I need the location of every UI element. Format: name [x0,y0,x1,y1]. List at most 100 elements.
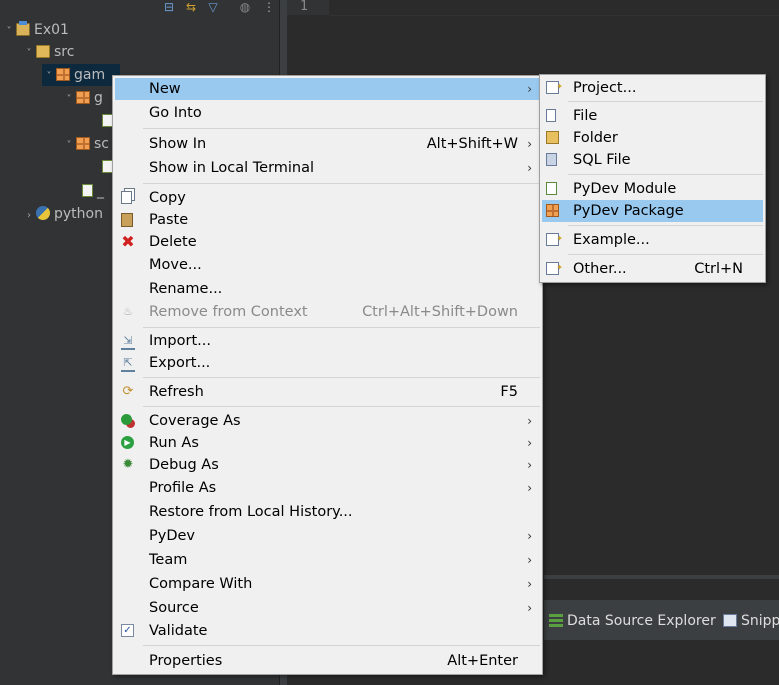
submenu-item-example[interactable]: Example... [542,228,763,251]
submenu-arrow-icon: › [527,553,532,567]
menu-item-validate[interactable]: ✓ Validate [115,620,540,642]
menu-item-properties[interactable]: Properties Alt+Enter [115,650,540,672]
expand-arrow-icon[interactable]: ˅ [62,135,76,157]
other-wizard-icon [546,257,563,279]
submenu-arrow-icon: › [527,601,532,615]
bottom-panel-divider[interactable] [544,575,779,579]
tab-data-source-explorer[interactable]: Data Source Explorer [549,611,716,631]
coverage-icon [121,414,132,425]
tree-item-project[interactable]: ˅ Ex01 [2,19,69,41]
tree-item-label: gam [74,67,106,83]
submenu-item-pydev-package[interactable]: PyDev Package [542,200,763,222]
example-wizard-icon [546,228,563,250]
expand-arrow-icon[interactable]: › [22,205,36,227]
pydev-package-icon [546,204,559,217]
menu-item-paste[interactable]: Paste [115,209,540,231]
refresh-icon: ⟳ [122,384,134,399]
package-icon [76,137,90,150]
package-icon [76,91,90,104]
tab-snippets[interactable]: Snipp [723,611,779,631]
menu-item-team[interactable]: Team › [115,549,540,571]
tree-item-label: g [94,90,103,106]
tree-item-subpackage[interactable]: ˅ sc [62,133,110,157]
editor-current-line [329,0,779,16]
validate-checkbox-icon: ✓ [121,624,134,637]
project-icon [16,21,30,36]
submenu-item-other[interactable]: Other... Ctrl+N [542,257,763,280]
menu-item-show-in-local-terminal[interactable]: Show in Local Terminal › [115,157,540,179]
filter-icon[interactable]: ▽ [206,0,220,14]
menu-item-profile-as[interactable]: Profile As › [115,477,540,499]
menu-item-restore-local-history[interactable]: Restore from Local History... [115,501,540,523]
submenu-item-folder[interactable]: Folder [542,127,763,149]
tree-item-init-file[interactable]: _ [82,180,104,202]
menu-item-copy[interactable]: Copy [115,187,540,209]
submenu-arrow-icon: › [527,458,532,472]
menu-item-source[interactable]: Source › [115,597,540,619]
data-source-icon [549,614,563,627]
submenu-arrow-icon: › [527,82,532,96]
menu-separator [143,183,540,184]
collapse-all-icon[interactable]: ⊟ [162,0,176,14]
python-icon [36,206,50,220]
tree-item-label: _ [97,183,104,199]
tree-item-subpackage[interactable]: ˅ g [62,87,103,109]
tree-item-package-selected[interactable]: ˅ gam [42,64,120,86]
new-submenu: Project... File Folder SQL File PyDev Mo… [539,74,766,283]
sql-file-icon [546,153,557,166]
tree-item-src[interactable]: ˅ src [22,41,75,65]
menu-item-debug-as[interactable]: ✹ Debug As › [115,454,540,476]
group-icon[interactable]: ◍ [238,0,252,14]
menu-separator [568,225,763,226]
menu-separator [143,645,540,646]
source-folder-icon [36,45,50,58]
expand-arrow-icon[interactable]: ˅ [62,89,76,111]
menu-separator [568,174,763,175]
link-editor-icon[interactable]: ⇆ [184,0,198,14]
expand-arrow-icon[interactable]: ˅ [42,66,56,88]
submenu-arrow-icon: › [527,414,532,428]
submenu-item-pydev-module[interactable]: PyDev Module [542,178,763,200]
submenu-arrow-icon: › [527,161,532,175]
expand-arrow-icon[interactable]: ˅ [2,21,16,43]
package-icon [56,68,70,81]
submenu-item-file[interactable]: File [542,105,763,127]
submenu-item-project[interactable]: Project... [542,76,763,99]
editor-gutter [287,0,329,15]
menu-item-show-in[interactable]: Show In Alt+Shift+W › [115,133,540,155]
menu-item-export[interactable]: ⇱ Export... [115,352,540,374]
menu-item-remove-from-context[interactable]: ♨ Remove from Context Ctrl+Alt+Shift+Dow… [115,301,540,323]
submenu-arrow-icon: › [527,577,532,591]
submenu-arrow-icon: › [527,481,532,495]
menu-item-delete[interactable]: ✖ Delete [115,231,540,253]
menu-item-move[interactable]: Move... [115,254,540,276]
menu-separator [568,101,763,102]
bottom-panel [544,640,779,685]
menu-item-compare-with[interactable]: Compare With › [115,573,540,595]
menu-item-go-into[interactable]: Go Into [115,102,540,124]
view-menu-icon[interactable]: ⋮ [262,0,276,14]
tab-label: Data Source Explorer [567,613,716,629]
submenu-item-sql-file[interactable]: SQL File [542,149,763,171]
menu-item-new[interactable]: New › [115,78,540,100]
menu-item-rename[interactable]: Rename... [115,278,540,300]
menu-item-refresh[interactable]: ⟳ Refresh F5 [115,381,540,403]
explorer-toolbar: ⊟ ⇆ ▽ ◍ ⋮ [0,0,279,18]
remove-context-icon: ♨ [123,305,133,318]
menu-separator [143,128,540,129]
tree-item-label: src [54,44,75,60]
menu-item-import[interactable]: ⇲ Import... [115,330,540,352]
expand-arrow-icon[interactable]: ˅ [22,43,36,65]
tree-item-python-interpreter[interactable]: › python [22,203,103,225]
submenu-arrow-icon: › [527,436,532,450]
new-project-icon [546,76,563,98]
menu-item-pydev[interactable]: PyDev › [115,525,540,547]
pyfile-icon [82,184,93,197]
debug-bug-icon: ✹ [122,457,134,472]
menu-item-coverage-as[interactable]: Coverage As › [115,410,540,432]
menu-item-run-as[interactable]: ▶ Run As › [115,432,540,454]
submenu-arrow-icon: › [527,137,532,151]
menu-separator [143,377,540,378]
context-menu: New › Go Into Show In Alt+Shift+W › Show… [112,75,543,675]
tree-item-label: sc [94,136,109,152]
